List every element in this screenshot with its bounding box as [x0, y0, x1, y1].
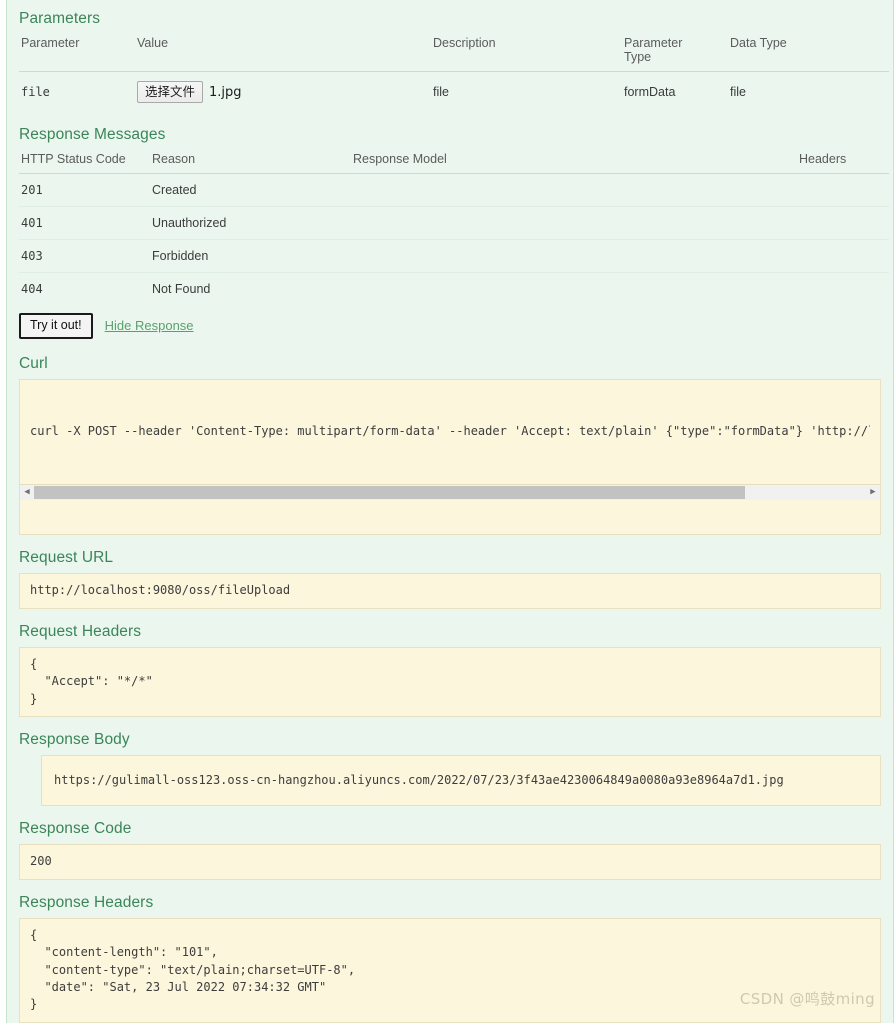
curl-command: curl -X POST --header 'Content-Type: mul…	[30, 423, 870, 438]
request-url-block: http://localhost:9080/oss/fileUpload	[19, 573, 881, 609]
col-header-parameter-type-line1: Parameter	[624, 36, 683, 50]
status-reason: Forbidden	[150, 239, 351, 273]
file-upload-input[interactable]: 选择文件 1.jpg	[137, 80, 242, 104]
parameters-heading: Parameters	[19, 10, 101, 27]
col-header-response-model: Response Model	[351, 150, 797, 174]
request-url-heading: Request URL	[19, 549, 114, 567]
table-row: 404 Not Found	[19, 272, 889, 305]
col-header-http-status-code: HTTP Status Code	[19, 150, 150, 174]
col-header-description: Description	[431, 34, 622, 72]
scroll-right-arrow-icon[interactable]: ▶	[866, 485, 880, 499]
table-row: 201 Created	[19, 173, 889, 207]
parameters-table: Parameter Value Description Parameter Typ…	[19, 34, 889, 112]
response-code-heading: Response Code	[19, 820, 132, 838]
table-row: 401 Unauthorized	[19, 206, 889, 240]
col-header-value: Value	[135, 34, 431, 72]
status-code: 201	[19, 173, 150, 207]
param-type: formData	[624, 85, 676, 100]
param-description: file	[433, 85, 449, 100]
col-header-reason: Reason	[150, 150, 351, 174]
request-headers-block: { "Accept": "*/*" }	[19, 646, 881, 718]
col-header-parameter-type-line2: Type	[624, 50, 652, 65]
response-messages-heading: Response Messages	[19, 126, 166, 144]
scrollbar-track[interactable]	[34, 484, 866, 500]
status-model	[351, 239, 797, 273]
status-reason: Not Found	[152, 281, 211, 296]
param-value-cell: 选择文件 1.jpg	[135, 71, 431, 112]
curl-heading: Curl	[19, 354, 48, 372]
response-code-block: 200	[19, 844, 881, 880]
status-model	[351, 206, 797, 240]
col-header-parameter: Parameter	[19, 34, 135, 72]
parameters-header-row: Parameter Value Description Parameter Typ…	[19, 34, 889, 72]
response-headers-heading: Response Headers	[19, 893, 154, 911]
response-messages-table: HTTP Status Code Reason Response Model H…	[19, 150, 889, 304]
status-headers	[797, 173, 889, 207]
status-model	[351, 272, 797, 305]
selected-file-name: 1.jpg	[209, 84, 242, 100]
response-body-wrapper: https://gulimall-oss123.oss-cn-hangzhou.…	[19, 755, 881, 807]
try-it-out-button[interactable]: Try it out!	[19, 312, 93, 339]
status-model	[351, 173, 797, 207]
action-row: Try it out! Hide Response	[19, 311, 893, 341]
param-name: file	[21, 85, 50, 100]
response-body-block: https://gulimall-oss123.oss-cn-hangzhou.…	[41, 755, 881, 807]
table-row: 403 Forbidden	[19, 239, 889, 273]
status-headers	[797, 272, 889, 305]
col-header-parameter-type: Parameter Type	[622, 34, 728, 72]
status-code: 401	[19, 206, 150, 240]
scrollbar-thumb[interactable]	[34, 485, 746, 499]
response-body-heading: Response Body	[19, 731, 130, 749]
status-reason: Unauthorized	[150, 206, 351, 240]
hide-response-link[interactable]: Hide Response	[105, 318, 194, 333]
curl-block: curl -X POST --header 'Content-Type: mul…	[19, 378, 881, 536]
col-header-headers: Headers	[797, 150, 889, 174]
status-code: 403	[19, 239, 150, 273]
curl-horizontal-scrollbar[interactable]: ◀ ▶	[20, 483, 880, 500]
response-headers-block: { "content-length": "101", "content-type…	[19, 917, 881, 1023]
response-messages-header-row: HTTP Status Code Reason Response Model H…	[19, 150, 889, 174]
status-reason: Created	[150, 173, 351, 207]
table-row: file 选择文件 1.jpg file formData file	[19, 71, 889, 112]
operation-panel: Parameters Parameter Value Description P…	[6, 0, 894, 1023]
status-code: 404	[21, 281, 43, 296]
status-headers	[797, 239, 889, 273]
scroll-left-arrow-icon[interactable]: ◀	[20, 485, 34, 499]
response-body-url: https://gulimall-oss123.oss-cn-hangzhou.…	[54, 773, 784, 788]
choose-file-button[interactable]: 选择文件	[137, 80, 204, 104]
col-header-data-type: Data Type	[728, 34, 889, 72]
status-headers	[797, 206, 889, 240]
param-data-type: file	[730, 85, 746, 100]
request-headers-heading: Request Headers	[19, 622, 142, 640]
